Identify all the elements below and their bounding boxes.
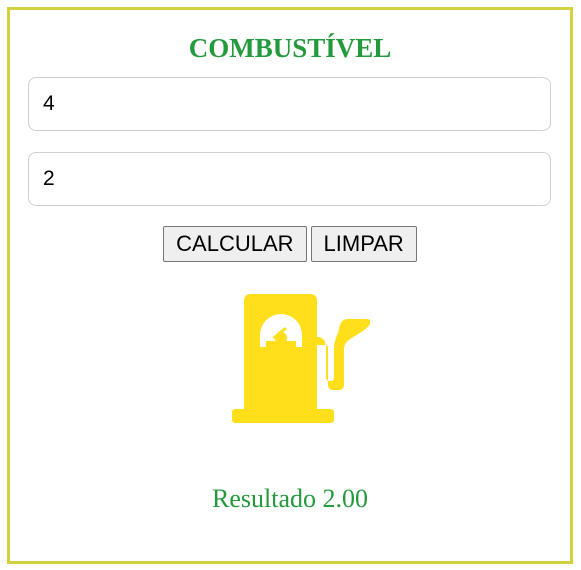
calculate-button[interactable]: CALCULAR (163, 226, 307, 262)
fuel-pump-icon (232, 294, 370, 423)
page-title: COMBUSTÍVEL (188, 33, 392, 63)
fuel-calculator-card: COMBUSTÍVEL CALCULAR LIMPAR Resultado 2.… (7, 7, 573, 564)
button-row: CALCULAR LIMPAR (10, 226, 570, 262)
first-value-input[interactable] (28, 77, 551, 131)
second-value-input[interactable] (28, 152, 551, 206)
result-text: Resultado 2.00 (212, 484, 368, 513)
clear-button[interactable]: LIMPAR (310, 226, 417, 262)
